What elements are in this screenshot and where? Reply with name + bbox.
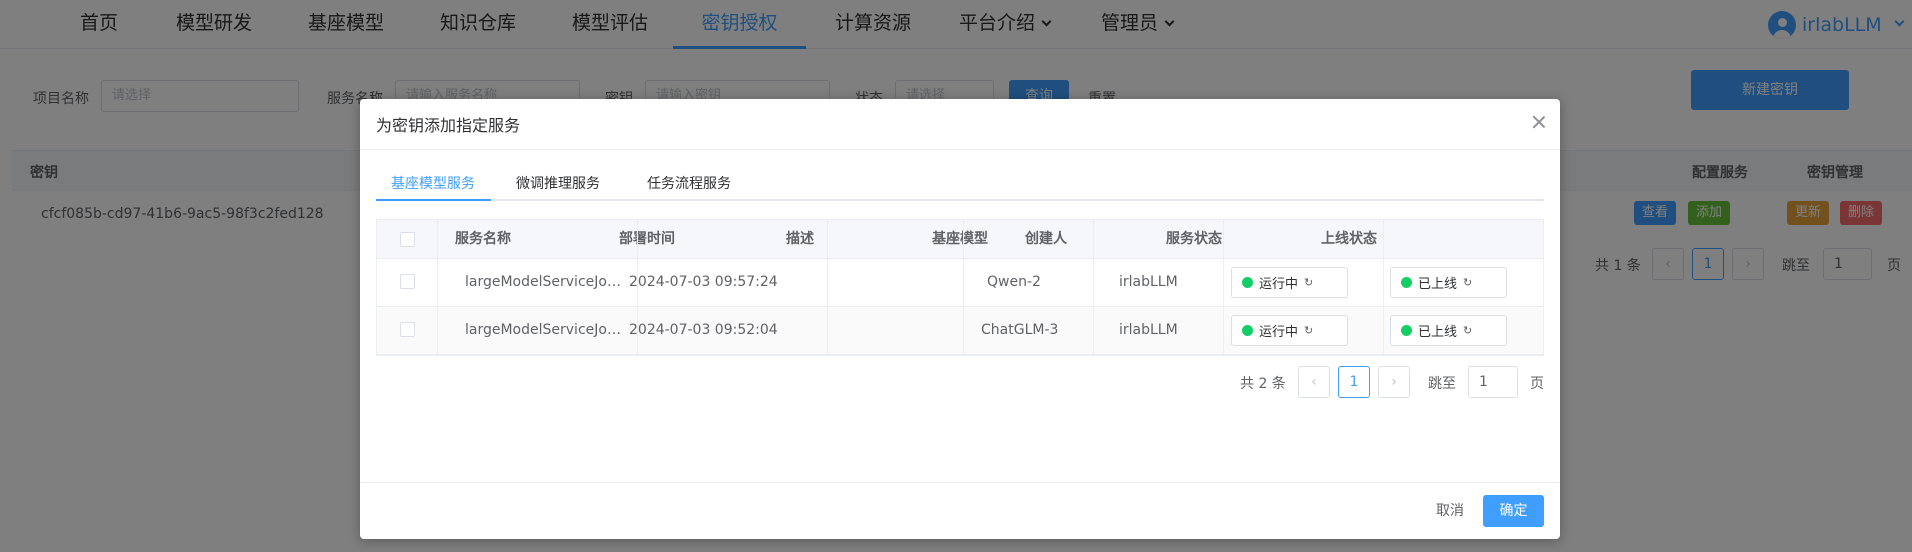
active-tab-indicator bbox=[376, 199, 491, 201]
column-divider bbox=[637, 220, 638, 355]
column-header-service-name: 服务名称 bbox=[455, 231, 511, 247]
dialog-pager-page[interactable]: 1 bbox=[1338, 366, 1370, 398]
base-model-cell: ChatGLM-3 bbox=[981, 322, 1059, 338]
column-divider bbox=[1223, 220, 1224, 355]
dialog-pager-goto-input[interactable]: 1 bbox=[1468, 366, 1518, 398]
refresh-icon[interactable]: ↻ bbox=[1463, 276, 1472, 289]
row-checkbox[interactable] bbox=[400, 322, 415, 337]
add-service-dialog: 为密钥添加指定服务 基座模型服务 微调推理服务 任务流程服务 服务名称 部署时间… bbox=[360, 99, 1560, 539]
refresh-icon[interactable]: ↻ bbox=[1463, 324, 1472, 337]
column-header-base-model: 基座模型 bbox=[932, 231, 988, 247]
dialog-pager-prev-icon[interactable]: ‹ bbox=[1298, 366, 1330, 398]
online-status-text: 已上线 bbox=[1418, 277, 1458, 292]
deploy-time-cell: 2024-07-03 09:52:04 bbox=[629, 322, 778, 338]
service-type-tabs: 基座模型服务 微调推理服务 任务流程服务 bbox=[376, 163, 1544, 201]
refresh-icon[interactable]: ↻ bbox=[1304, 276, 1313, 289]
cancel-button[interactable]: 取消 bbox=[1420, 495, 1480, 527]
table-row[interactable]: largeModelServiceJob_2 2024-07-03 09:52:… bbox=[377, 307, 1543, 355]
column-divider bbox=[1383, 220, 1384, 355]
column-header-description: 描述 bbox=[786, 231, 814, 247]
running-dot-icon bbox=[1242, 325, 1253, 336]
dialog-title: 为密钥添加指定服务 bbox=[376, 116, 521, 135]
deploy-time-cell: 2024-07-03 09:57:24 bbox=[629, 274, 778, 290]
column-header-online-status: 上线状态 bbox=[1321, 231, 1377, 247]
dialog-pager-unit: 页 bbox=[1530, 376, 1544, 392]
service-status-badge[interactable]: 运行中 ↻ bbox=[1231, 315, 1348, 346]
dialog-footer-divider bbox=[360, 482, 1560, 483]
dialog-pager-total: 共 2 条 bbox=[1240, 376, 1286, 392]
service-name-cell: largeModelServiceJob_2 bbox=[465, 322, 623, 338]
dialog-pager-next-icon[interactable]: › bbox=[1378, 366, 1410, 398]
base-model-cell: Qwen-2 bbox=[987, 274, 1041, 290]
refresh-icon[interactable]: ↻ bbox=[1304, 324, 1313, 337]
column-divider bbox=[963, 220, 964, 355]
confirm-button[interactable]: 确定 bbox=[1483, 495, 1544, 527]
column-divider bbox=[827, 220, 828, 355]
column-header-creator: 创建人 bbox=[1025, 231, 1067, 247]
online-status-badge[interactable]: 已上线 ↻ bbox=[1390, 267, 1507, 298]
column-divider bbox=[1093, 220, 1094, 355]
service-table: 服务名称 部署时间 描述 基座模型 创建人 服务状态 上线状态 largeMod… bbox=[376, 219, 1544, 356]
service-status-text: 运行中 bbox=[1259, 325, 1299, 340]
table-row[interactable]: largeModelServiceJob_2 2024-07-03 09:57:… bbox=[377, 259, 1543, 307]
running-dot-icon bbox=[1242, 277, 1253, 288]
column-divider bbox=[437, 220, 438, 355]
dialog-pager-goto-label: 跳至 bbox=[1428, 376, 1456, 392]
tab-task-flow-service[interactable]: 任务流程服务 bbox=[647, 173, 731, 193]
row-checkbox[interactable] bbox=[400, 274, 415, 289]
service-table-header: 服务名称 部署时间 描述 基座模型 创建人 服务状态 上线状态 bbox=[377, 220, 1543, 259]
column-header-service-status: 服务状态 bbox=[1166, 231, 1222, 247]
service-status-badge[interactable]: 运行中 ↻ bbox=[1231, 267, 1348, 298]
close-icon[interactable] bbox=[1530, 113, 1548, 131]
tab-finetune-inference-service[interactable]: 微调推理服务 bbox=[516, 173, 600, 193]
service-status-text: 运行中 bbox=[1259, 277, 1299, 292]
service-name-cell: largeModelServiceJob_2 bbox=[465, 274, 623, 290]
online-status-badge[interactable]: 已上线 ↻ bbox=[1390, 315, 1507, 346]
online-dot-icon bbox=[1401, 277, 1412, 288]
dialog-header-divider bbox=[360, 149, 1560, 150]
column-header-deploy-time: 部署时间 bbox=[619, 231, 675, 247]
tab-base-model-service[interactable]: 基座模型服务 bbox=[391, 173, 475, 193]
online-status-text: 已上线 bbox=[1418, 325, 1458, 340]
creator-cell: irlabLLM bbox=[1119, 274, 1178, 290]
creator-cell: irlabLLM bbox=[1119, 322, 1178, 338]
online-dot-icon bbox=[1401, 325, 1412, 336]
select-all-checkbox[interactable] bbox=[400, 232, 415, 247]
